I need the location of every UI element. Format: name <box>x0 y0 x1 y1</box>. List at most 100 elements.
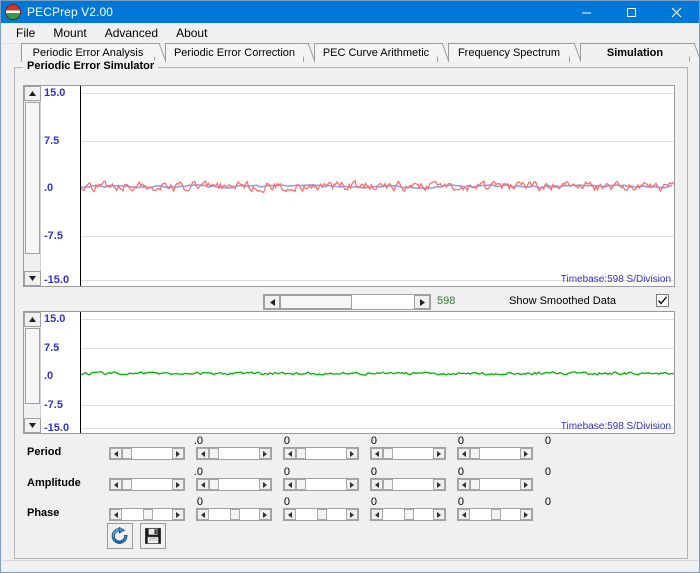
left-arrow-icon[interactable] <box>197 479 209 490</box>
simulated-chart-vertical-scrollbar[interactable] <box>24 312 41 433</box>
left-arrow-icon[interactable] <box>371 509 383 520</box>
right-arrow-icon[interactable] <box>259 479 271 490</box>
menu-item-file[interactable]: File <box>7 24 44 42</box>
menu-item-about[interactable]: About <box>167 24 216 42</box>
left-arrow-icon[interactable] <box>284 509 296 520</box>
slider-thumb[interactable] <box>383 448 393 459</box>
amplitude-slider-1[interactable] <box>109 478 185 491</box>
slider-thumb[interactable] <box>383 479 393 490</box>
scroll-up-arrow-icon[interactable] <box>24 86 41 101</box>
slider-thumb[interactable] <box>470 448 480 459</box>
slider-track[interactable] <box>209 509 259 520</box>
right-arrow-icon[interactable] <box>520 479 532 490</box>
left-arrow-icon[interactable] <box>110 448 122 459</box>
right-arrow-icon[interactable] <box>172 448 184 459</box>
slider-track[interactable] <box>383 509 433 520</box>
slider-thumb[interactable] <box>296 448 306 459</box>
slider-track[interactable] <box>296 448 346 459</box>
slider-thumb[interactable] <box>317 509 327 520</box>
recalculate-button[interactable] <box>107 523 133 549</box>
phase-slider-1[interactable] <box>109 508 185 521</box>
scroll-down-arrow-icon[interactable] <box>24 418 41 433</box>
amplitude-slider-3[interactable] <box>283 478 359 491</box>
period-slider-1[interactable] <box>109 447 185 460</box>
period-slider-3[interactable] <box>283 447 359 460</box>
right-arrow-icon[interactable] <box>414 295 430 309</box>
slider-thumb[interactable] <box>491 509 501 520</box>
scrollbar-track[interactable] <box>280 295 414 309</box>
save-button[interactable] <box>140 523 166 549</box>
right-arrow-icon[interactable] <box>259 448 271 459</box>
left-arrow-icon[interactable] <box>284 479 296 490</box>
left-arrow-icon[interactable] <box>284 448 296 459</box>
right-arrow-icon[interactable] <box>346 479 358 490</box>
right-arrow-icon[interactable] <box>433 509 445 520</box>
slider-track[interactable] <box>122 479 172 490</box>
slider-track[interactable] <box>209 479 259 490</box>
maximize-icon[interactable] <box>609 1 654 23</box>
phase-slider-4[interactable] <box>370 508 446 521</box>
timebase-scrollbar[interactable] <box>263 294 431 310</box>
left-arrow-icon[interactable] <box>371 479 383 490</box>
right-arrow-icon[interactable] <box>172 479 184 490</box>
slider-thumb[interactable] <box>209 448 219 459</box>
menu-item-advanced[interactable]: Advanced <box>96 24 167 42</box>
slider-thumb[interactable] <box>230 509 240 520</box>
left-arrow-icon[interactable] <box>371 448 383 459</box>
tab-simulation[interactable]: Simulation <box>580 43 699 62</box>
period-slider-2[interactable] <box>196 447 272 460</box>
slider-track[interactable] <box>383 448 433 459</box>
slider-thumb[interactable] <box>122 448 132 459</box>
slider-track[interactable] <box>470 479 520 490</box>
amplitude-slider-2[interactable] <box>196 478 272 491</box>
right-arrow-icon[interactable] <box>172 509 184 520</box>
tab-pec-curve-arithmetic[interactable]: PEC Curve Arithmetic <box>314 43 450 62</box>
left-arrow-icon[interactable] <box>458 509 470 520</box>
slider-track[interactable] <box>122 509 172 520</box>
right-arrow-icon[interactable] <box>520 448 532 459</box>
show-smoothed-data-checkbox[interactable] <box>656 294 669 307</box>
tab-periodic-error-correction[interactable]: Periodic Error Correction <box>165 43 316 62</box>
scrollbar-thumb[interactable] <box>25 328 40 404</box>
slider-track[interactable] <box>122 448 172 459</box>
raw-chart-vertical-scrollbar[interactable] <box>24 86 41 286</box>
scrollbar-thumb[interactable] <box>280 295 352 309</box>
slider-track[interactable] <box>470 509 520 520</box>
right-arrow-icon[interactable] <box>433 448 445 459</box>
left-arrow-icon[interactable] <box>197 448 209 459</box>
amplitude-slider-5[interactable] <box>457 478 533 491</box>
phase-slider-3[interactable] <box>283 508 359 521</box>
left-arrow-icon[interactable] <box>110 509 122 520</box>
slider-track[interactable] <box>470 448 520 459</box>
right-arrow-icon[interactable] <box>433 479 445 490</box>
left-arrow-icon[interactable] <box>197 509 209 520</box>
slider-track[interactable] <box>296 509 346 520</box>
scrollbar-thumb[interactable] <box>25 102 40 254</box>
slider-thumb[interactable] <box>296 479 306 490</box>
left-arrow-icon[interactable] <box>458 448 470 459</box>
slider-track[interactable] <box>209 448 259 459</box>
left-arrow-icon[interactable] <box>264 295 280 309</box>
amplitude-slider-4[interactable] <box>370 478 446 491</box>
left-arrow-icon[interactable] <box>110 479 122 490</box>
right-arrow-icon[interactable] <box>259 509 271 520</box>
scroll-down-arrow-icon[interactable] <box>24 271 41 286</box>
slider-track[interactable] <box>383 479 433 490</box>
slider-thumb[interactable] <box>209 479 219 490</box>
slider-thumb[interactable] <box>404 509 414 520</box>
right-arrow-icon[interactable] <box>520 509 532 520</box>
slider-thumb[interactable] <box>122 479 132 490</box>
menu-item-mount[interactable]: Mount <box>44 24 95 42</box>
right-arrow-icon[interactable] <box>346 448 358 459</box>
left-arrow-icon[interactable] <box>458 479 470 490</box>
phase-slider-2[interactable] <box>196 508 272 521</box>
minimize-icon[interactable] <box>564 1 609 23</box>
slider-thumb[interactable] <box>470 479 480 490</box>
right-arrow-icon[interactable] <box>346 509 358 520</box>
phase-slider-5[interactable] <box>457 508 533 521</box>
scroll-up-arrow-icon[interactable] <box>24 312 41 327</box>
period-slider-4[interactable] <box>370 447 446 460</box>
close-icon[interactable] <box>654 1 699 23</box>
period-slider-5[interactable] <box>457 447 533 460</box>
slider-thumb[interactable] <box>143 509 153 520</box>
